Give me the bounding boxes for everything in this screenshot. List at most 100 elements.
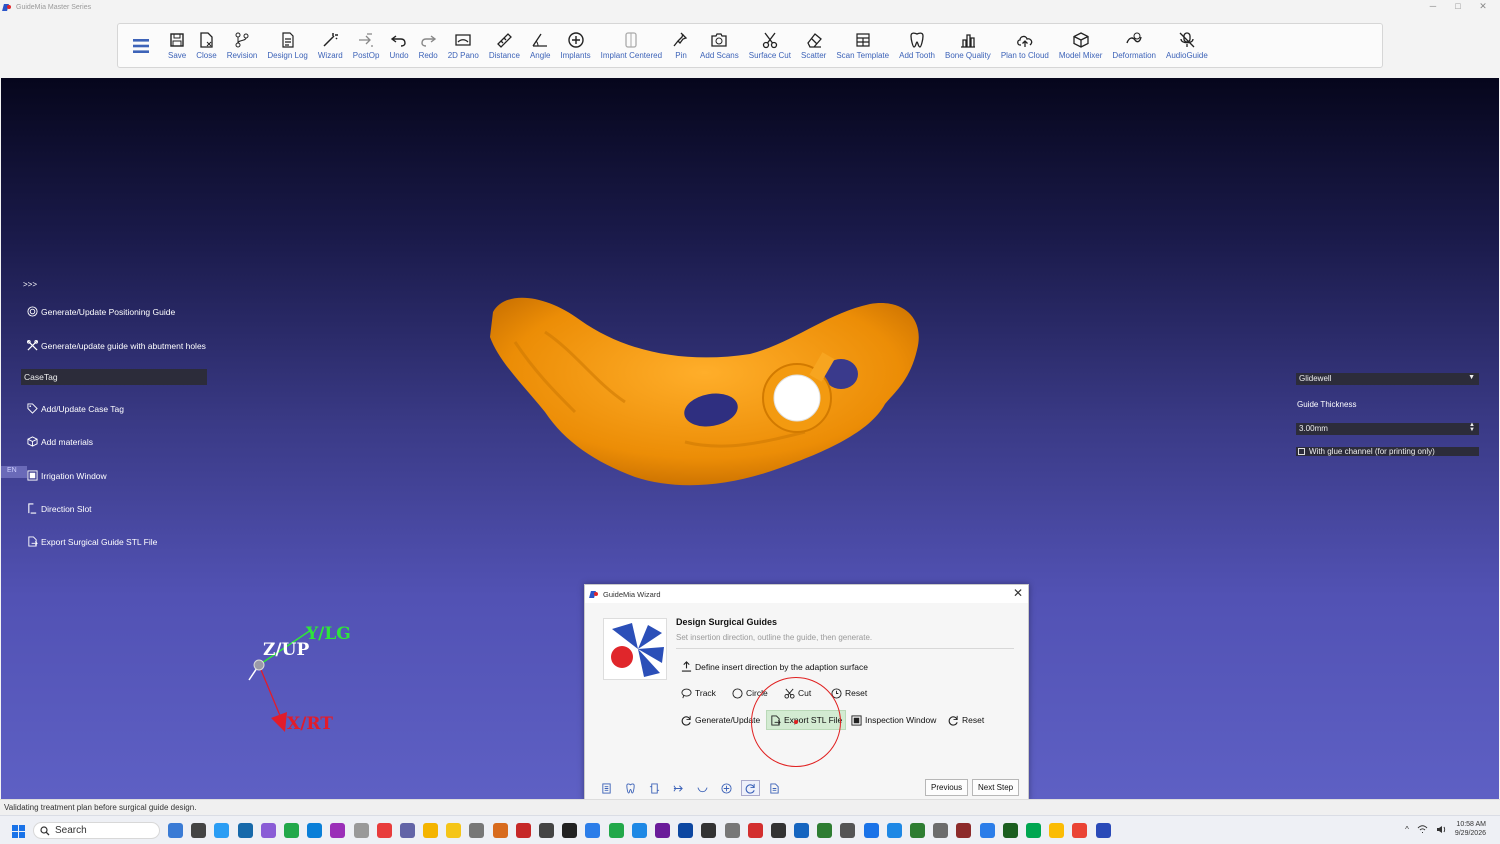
generate-positioning-guide-button[interactable]: Generate/Update Positioning Guide — [27, 306, 175, 317]
taskbar-app-14-icon[interactable] — [469, 823, 485, 838]
taskbar-app-21-icon[interactable] — [631, 823, 647, 838]
next-step-button[interactable]: Next Step — [972, 779, 1020, 796]
taskbar-app-3-icon[interactable] — [214, 823, 230, 838]
volume-icon[interactable] — [1436, 825, 1447, 834]
taskbar-app-37-icon[interactable] — [1002, 823, 1018, 838]
toolbar-wizard-button[interactable]: Wizard — [313, 24, 348, 67]
inspection-window-button[interactable]: Inspection Window — [851, 712, 936, 728]
taskbar-app-22-icon[interactable] — [654, 823, 670, 838]
taskbar-app-10-icon[interactable] — [376, 823, 392, 838]
toolbar-scan-template-button[interactable]: Scan Template — [831, 24, 894, 67]
toolbar-scatter-button[interactable]: Scatter — [796, 24, 831, 67]
hamburger-menu-button[interactable] — [118, 24, 163, 67]
taskbar-app-20-icon[interactable] — [608, 823, 624, 838]
generate-update-button[interactable]: Generate/Update — [681, 712, 760, 728]
taskbar-app-30-icon[interactable] — [840, 823, 856, 838]
taskbar-app-38-icon[interactable] — [1025, 823, 1041, 838]
toolbar-save-button[interactable]: Save — [163, 24, 191, 67]
toolbar-2d-pano-button[interactable]: 2D Pano — [443, 24, 484, 67]
taskbar-app-15-icon[interactable] — [492, 823, 508, 838]
clock[interactable]: 10:58 AM 9/29/2026 — [1455, 820, 1486, 838]
taskbar-app-8-icon[interactable] — [330, 823, 346, 838]
taskbar-app-25-icon[interactable] — [724, 823, 740, 838]
taskbar-app-5-icon[interactable] — [260, 823, 276, 838]
reset-generate-button[interactable]: Reset — [948, 712, 984, 728]
generate-abutment-guide-button[interactable]: Generate/update guide with abutment hole… — [27, 340, 206, 351]
taskbar-app-1-icon[interactable] — [168, 823, 183, 838]
toolbar-plan-to-cloud-button[interactable]: Plan to Cloud — [996, 24, 1054, 67]
spin-arrows-icon[interactable]: ▲ ▼ — [1469, 422, 1475, 433]
taskbar-search[interactable]: Search — [33, 822, 160, 839]
track-button[interactable]: Track — [681, 685, 716, 701]
case-tag-input[interactable]: CaseTag — [21, 369, 207, 385]
step-arrow-icon[interactable] — [669, 780, 688, 796]
toolbar-distance-button[interactable]: Distance — [484, 24, 525, 67]
taskbar-app-34-icon[interactable] — [933, 823, 949, 838]
taskbar-app-31-icon[interactable] — [863, 823, 879, 838]
panel-expander[interactable]: >>> — [23, 280, 37, 289]
taskbar-app-23-icon[interactable] — [678, 823, 694, 838]
step-scan-icon[interactable] — [645, 780, 664, 796]
taskbar-app-33-icon[interactable] — [910, 823, 925, 838]
glue-channel-checkbox[interactable]: With glue channel (for printing only) — [1296, 447, 1479, 456]
toolbar-model-mixer-button[interactable]: Model Mixer — [1054, 24, 1108, 67]
window-close-button[interactable]: ✕ — [1473, 1, 1493, 12]
toolbar-angle-button[interactable]: Angle — [525, 24, 555, 67]
taskbar-app-13-icon[interactable] — [446, 823, 462, 838]
surgical-guide-model[interactable] — [485, 292, 925, 502]
taskbar-app-6-icon[interactable] — [283, 823, 299, 838]
taskbar-app-39-icon[interactable] — [1049, 823, 1065, 838]
toolbar-audioguide-button[interactable]: AudioGuide — [1161, 24, 1213, 67]
taskbar-app-7-icon[interactable] — [307, 823, 323, 838]
taskbar-app-9-icon[interactable] — [353, 823, 369, 838]
step-guide-icon[interactable] — [741, 780, 760, 796]
taskbar-app-16-icon[interactable] — [515, 823, 531, 838]
language-tag[interactable]: EN — [1, 466, 27, 478]
taskbar-app-40-icon[interactable] — [1072, 823, 1088, 838]
export-surgical-guide-button[interactable]: Export Surgical Guide STL File — [27, 536, 157, 547]
taskbar-app-41-icon[interactable] — [1095, 823, 1111, 838]
taskbar-app-26-icon[interactable] — [747, 823, 763, 838]
wifi-icon[interactable] — [1417, 824, 1428, 834]
toolbar-redo-button[interactable]: Redo — [414, 24, 443, 67]
define-insert-direction-button[interactable]: Define insert direction by the adaption … — [681, 661, 868, 672]
irrigation-window-button[interactable]: Irrigation Window — [27, 470, 107, 481]
taskbar-app-29-icon[interactable] — [817, 823, 833, 838]
toolbar-implant-centered-button[interactable]: Implant Centered — [596, 24, 667, 67]
step-report-icon[interactable] — [765, 780, 784, 796]
step-implant-icon[interactable] — [717, 780, 736, 796]
lab-dropdown[interactable]: Glidewell ▼ — [1296, 373, 1479, 385]
taskbar-app-17-icon[interactable] — [539, 823, 554, 838]
taskbar-app-35-icon[interactable] — [956, 823, 972, 838]
toolbar-bone-quality-button[interactable]: Bone Quality — [940, 24, 996, 67]
reset-outline-button[interactable]: Reset — [831, 685, 867, 701]
toolbar-postop-button[interactable]: PostOp — [348, 24, 385, 67]
toolbar-revision-button[interactable]: Revision — [222, 24, 263, 67]
checkbox-box[interactable] — [1298, 448, 1305, 455]
taskbar-app-36-icon[interactable] — [979, 823, 995, 838]
guide-thickness-spinbox[interactable]: 3.00mm ▲ ▼ — [1296, 422, 1479, 435]
toolbar-close-button[interactable]: Close — [191, 24, 221, 67]
taskbar-app-32-icon[interactable] — [886, 823, 902, 838]
tray-chevron-icon[interactable]: ^ — [1405, 825, 1409, 834]
toolbar-add-tooth-button[interactable]: Add Tooth — [894, 24, 940, 67]
step-tooth-icon[interactable] — [621, 780, 640, 796]
taskbar-app-27-icon[interactable] — [770, 823, 786, 838]
taskbar-app-24-icon[interactable] — [701, 823, 717, 838]
taskbar-app-2-icon[interactable] — [191, 823, 207, 838]
toolbar-undo-button[interactable]: Undo — [384, 24, 413, 67]
toolbar-implants-button[interactable]: Implants — [555, 24, 595, 67]
minimize-button[interactable]: ─ — [1423, 1, 1443, 11]
toolbar-deformation-button[interactable]: Deformation — [1107, 24, 1161, 67]
toolbar-add-scans-button[interactable]: Add Scans — [695, 24, 744, 67]
toolbar-design-log-button[interactable]: Design Log — [262, 24, 312, 67]
taskbar-app-18-icon[interactable] — [562, 823, 578, 838]
toolbar-surface-cut-button[interactable]: Surface Cut — [744, 24, 796, 67]
taskbar-app-12-icon[interactable] — [423, 823, 439, 838]
step-plan-icon[interactable] — [597, 780, 616, 796]
taskbar-app-19-icon[interactable] — [585, 823, 601, 838]
toolbar-pin-button[interactable]: Pin — [667, 24, 695, 67]
step-arch-icon[interactable] — [693, 780, 712, 796]
add-materials-button[interactable]: Add materials — [27, 436, 93, 447]
direction-slot-button[interactable]: Direction Slot — [27, 503, 92, 514]
